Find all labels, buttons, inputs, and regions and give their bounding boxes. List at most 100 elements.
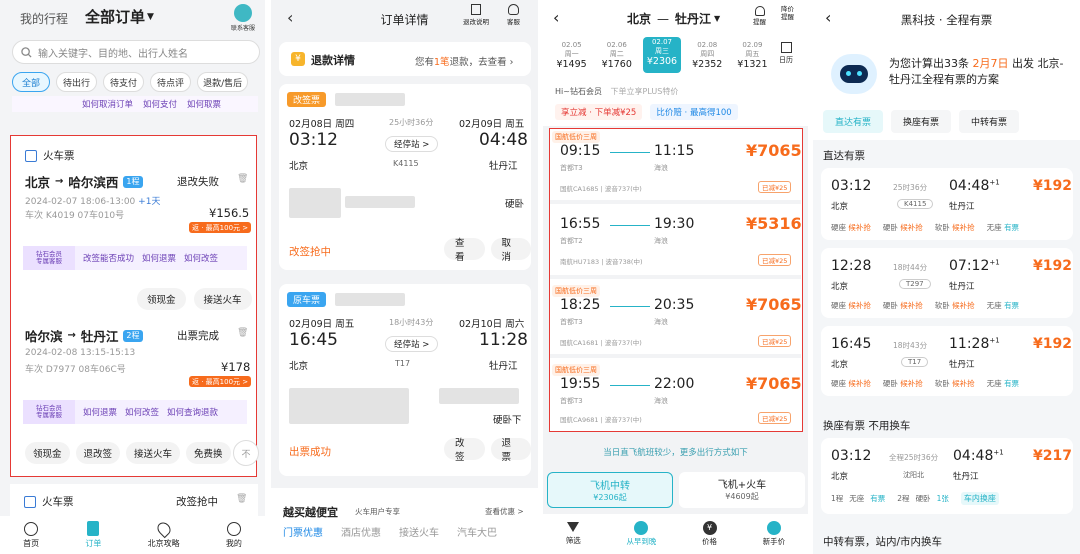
back-icon[interactable]: ‹ bbox=[553, 8, 559, 27]
order-detail-screen: ‹ 订单详情 退改说明 客服 ¥ 退款详情 您有1笔退款，去查看 › 改签票 0… bbox=[271, 0, 538, 554]
nav-home[interactable]: 首页 bbox=[23, 521, 39, 549]
help-link-cancel[interactable]: 如何取消订单 bbox=[82, 98, 133, 110]
free-change-button[interactable]: 免费换 bbox=[186, 442, 231, 464]
get-cash-button[interactable]: 领现金 bbox=[25, 442, 70, 464]
filter-refund[interactable]: 退款/售后 bbox=[197, 72, 249, 92]
tab-seat-change[interactable]: 换座有票 bbox=[891, 110, 952, 133]
promo-tab[interactable]: 接送火车 bbox=[399, 524, 439, 539]
help-link-ticket[interactable]: 如何取票 bbox=[187, 98, 221, 110]
help-link[interactable]: 如何退票 bbox=[142, 252, 176, 264]
price-guarantee-promo[interactable]: 比价赔 · 最高得100 bbox=[650, 104, 738, 120]
reward-badge[interactable]: 返 · 最高100元 > bbox=[189, 222, 252, 233]
search-input[interactable]: 输入关键字、目的地、出行人姓名 bbox=[38, 45, 188, 60]
order-route[interactable]: 北京 → 哈尔滨西 1程 bbox=[25, 172, 143, 191]
order-status: 出票完成 bbox=[177, 330, 219, 342]
refund-button[interactable]: 退票 bbox=[490, 438, 531, 463]
change-button[interactable]: 改签 bbox=[444, 438, 485, 463]
transfer-option[interactable]: 飞机中转 ¥2306起 bbox=[547, 472, 673, 508]
search-box[interactable]: 输入关键字、目的地、出行人姓名 bbox=[12, 40, 260, 64]
trash-icon[interactable]: 🗑 bbox=[237, 174, 248, 184]
customer-service-button[interactable]: 联系客服 bbox=[231, 4, 255, 32]
date-item[interactable]: 02.08 周四 ¥2352 bbox=[685, 41, 730, 70]
help-link[interactable]: 改签能否成功 bbox=[83, 252, 134, 264]
promo-more-link[interactable]: 查看优惠 > bbox=[485, 506, 524, 517]
sort-time-button[interactable]: 从早到晚 bbox=[626, 521, 656, 547]
seat-item: 硬卧 候补抢 bbox=[883, 222, 923, 233]
service-button[interactable]: 客服 bbox=[507, 4, 520, 26]
filter-all[interactable]: 全部 bbox=[12, 72, 51, 92]
vip-service-label[interactable]: 钻石会员 专属客服 bbox=[23, 246, 75, 270]
seat-status: 候补抢 bbox=[848, 223, 871, 232]
seat-status: 候补抢 bbox=[952, 301, 975, 310]
tab-direct[interactable]: 直达有票 bbox=[823, 110, 884, 133]
help-link-pay[interactable]: 如何支付 bbox=[143, 98, 177, 110]
date-item-selected[interactable]: 02.07 周三 ¥2306 bbox=[643, 37, 681, 73]
help-link[interactable]: 如何改签 bbox=[184, 252, 218, 264]
promo-tab[interactable]: 酒店优惠 bbox=[341, 524, 381, 539]
pickup-train-button[interactable]: 接送火车 bbox=[126, 442, 181, 464]
alert-button[interactable]: 提醒 bbox=[753, 6, 766, 26]
filter-button[interactable]: 筛选 bbox=[566, 522, 581, 546]
stops-button[interactable]: 经停站 > bbox=[385, 336, 439, 352]
promo-tab[interactable]: 汽车大巴 bbox=[457, 524, 497, 539]
promo-tab[interactable]: 门票优惠 bbox=[283, 524, 323, 539]
seat-change-card[interactable]: 03:12 全程25时36分 04:48+1 ¥217 北京 沈阳北 牡丹江 1… bbox=[821, 438, 1073, 514]
help-link[interactable]: 如何退票 bbox=[83, 406, 117, 418]
trash-icon[interactable]: 🗑 bbox=[237, 328, 248, 338]
flight-item[interactable]: 16:55 19:30 ¥5316 首都T2 海浪 南航HU7183 | 波音7… bbox=[550, 208, 802, 279]
direct-train-card[interactable]: 16:45 18时43分 11:28+1 ¥192 北京 T17 牡丹江 硬座 … bbox=[821, 326, 1073, 396]
date-item[interactable]: 02.06 周二 ¥1760 bbox=[594, 41, 639, 70]
instant-discount-promo[interactable]: 享立减 · 下单减¥25 bbox=[555, 104, 643, 120]
flight-line bbox=[610, 225, 650, 226]
filter-pending-travel[interactable]: 待出行 bbox=[56, 72, 98, 92]
collapse-button[interactable]: 不 bbox=[233, 440, 259, 466]
cancel-button[interactable]: 取消 bbox=[490, 238, 531, 263]
pickup-train-button[interactable]: 接送火车 bbox=[193, 288, 252, 310]
flight-item[interactable]: 国航低价三周 09:15 11:15 ¥7065 首都T3 海浪 国航CA168… bbox=[550, 129, 802, 204]
route-from: 北京 bbox=[627, 12, 652, 26]
train-no: T17 bbox=[395, 359, 411, 368]
nav-mine[interactable]: 我的 bbox=[226, 521, 242, 549]
explain-button[interactable]: 退改说明 bbox=[463, 4, 489, 26]
filter-pending-payment[interactable]: 待支付 bbox=[103, 72, 145, 92]
promo-tabs: 门票优惠 酒店优惠 接送火车 汽车大巴 bbox=[283, 524, 497, 539]
view-button[interactable]: 查看 bbox=[444, 238, 485, 263]
reward-badge[interactable]: 返 · 最高100元 > bbox=[189, 376, 252, 387]
stops-button[interactable]: 经停站 > bbox=[385, 136, 439, 152]
help-link[interactable]: 如何查询退款 bbox=[167, 406, 218, 418]
tab-my-trips[interactable]: 我的行程 bbox=[20, 10, 68, 27]
date-item[interactable]: 02.09 周五 ¥1321 bbox=[730, 41, 775, 70]
direct-train-card[interactable]: 12:28 18时44分 07:12+1 ¥192 北京 T297 牡丹江 硬座… bbox=[821, 248, 1073, 318]
change-refund-button[interactable]: 退改签 bbox=[75, 442, 121, 464]
help-link[interactable]: 如何改签 bbox=[125, 406, 159, 418]
sort-price-button[interactable]: ¥ 价格 bbox=[702, 521, 717, 547]
tab-transfer[interactable]: 中转有票 bbox=[959, 110, 1020, 133]
flight-item[interactable]: 国航低价三周 19:55 22:00 ¥7065 首都T3 海浪 国航CA968… bbox=[550, 362, 802, 430]
nav-guide[interactable]: 北京攻略 bbox=[148, 519, 180, 549]
calendar-label: 日历 bbox=[779, 56, 793, 64]
refund-detail-bar[interactable]: ¥ 退款详情 您有1笔退款，去查看 › bbox=[279, 42, 531, 76]
trash-icon[interactable]: 🗑 bbox=[236, 494, 247, 504]
sort-price-label: 价格 bbox=[702, 537, 718, 546]
caret-down-icon: ▼ bbox=[147, 11, 154, 22]
direct-train-card[interactable]: 03:12 25时36分 04:48+1 ¥192 北京 K4115 牡丹江 硬… bbox=[821, 168, 1073, 240]
newbie-price-button[interactable]: 新手价 bbox=[763, 521, 785, 547]
flight-train-option[interactable]: 飞机+火车 ¥4609起 bbox=[679, 472, 805, 508]
vip-service-label[interactable]: 钻石会员 专属客服 bbox=[23, 400, 75, 424]
route-title[interactable]: 北京 — 牡丹江 ▼ bbox=[627, 10, 720, 27]
seat-name: 无座 bbox=[986, 223, 1002, 232]
flight-item[interactable]: 国航低价三周 18:25 20:35 ¥7065 首都T3 海浪 国航CA168… bbox=[550, 283, 802, 358]
calendar-button[interactable]: 日历 bbox=[779, 42, 793, 65]
order-card-3[interactable]: 火车票 改签抢中 🗑 bbox=[10, 484, 258, 516]
nav-orders[interactable]: 订单 bbox=[85, 521, 101, 549]
arr-airport: 海浪 bbox=[654, 397, 668, 405]
filter-pending-review[interactable]: 待点评 bbox=[150, 72, 192, 92]
tab-all-orders[interactable]: 全部订单 ▼ bbox=[85, 6, 154, 27]
price-alert-button[interactable]: 降价 提醒 bbox=[781, 5, 794, 22]
date-item[interactable]: 02.05 周一 ¥1495 bbox=[549, 41, 594, 70]
order-price: ¥156.5 bbox=[209, 206, 250, 220]
more-options-notice: 当日直飞航班较少，更多出行方式如下 bbox=[603, 448, 748, 458]
original-ticket-card: 原车票 02月09日 周五 18小时43分 02月10日 周六 16:45 11… bbox=[279, 284, 531, 476]
order-route[interactable]: 哈尔滨 → 牡丹江 2程 bbox=[25, 326, 143, 345]
get-cash-button[interactable]: 领现金 bbox=[137, 288, 186, 310]
